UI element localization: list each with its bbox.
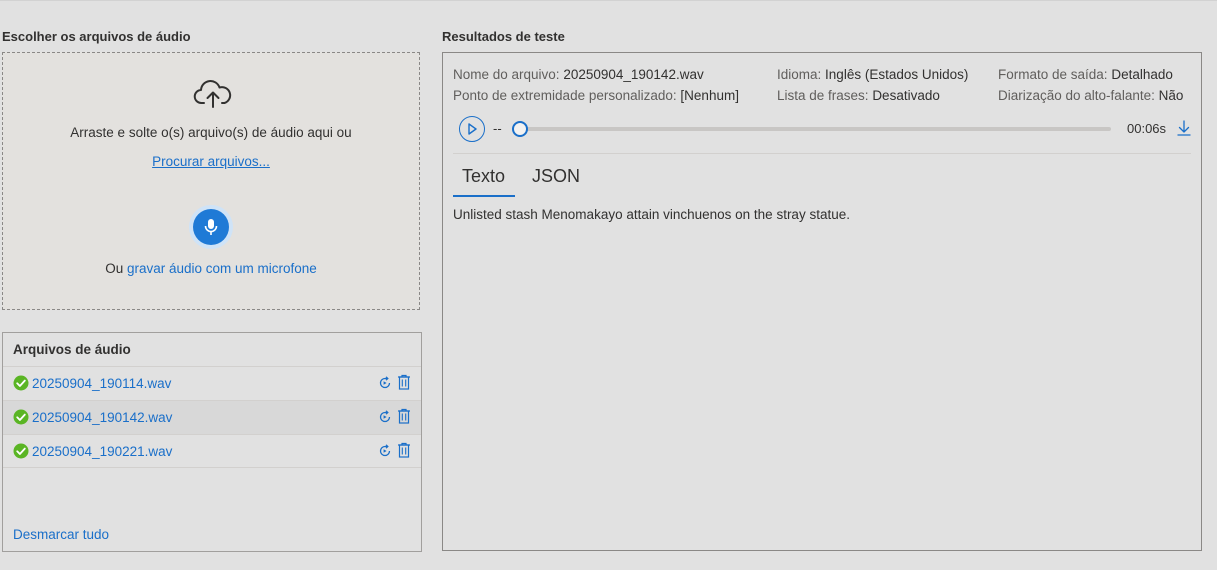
choose-files-title: Escolher os arquivos de áudio [2,29,191,44]
meta-language: Idioma: Inglês (Estados Unidos) [777,67,968,82]
test-results-title: Resultados de teste [442,29,565,44]
play-button[interactable] [459,116,485,142]
tab-texto[interactable]: Texto [462,166,505,187]
top-divider [0,0,1217,1]
audio-files-title: Arquivos de áudio [13,342,131,357]
file-name-link[interactable]: 20250904_190114.wav [32,376,171,391]
meta-file-name: Nome do arquivo: 20250904_190142.wav [453,67,704,82]
meta-label: Idioma: [777,67,822,82]
audio-progress-track[interactable] [513,127,1111,131]
cloud-upload-icon [193,80,232,108]
meta-value: Desativado [872,88,940,103]
current-time: -- [493,121,502,136]
drag-drop-text: Arraste e solte o(s) arquivo(s) de áudio… [70,125,352,140]
meta-output-format: Formato de saída: Detalhado [998,67,1173,82]
duration-time: 00:06s [1127,121,1167,136]
trash-icon[interactable] [397,374,411,390]
record-prefix-text: Ou [105,261,127,276]
record-microphone-button[interactable] [189,205,233,249]
active-tab-indicator [453,195,515,197]
reprocess-icon[interactable] [377,443,393,459]
audio-files-panel: Arquivos de áudio 20250904_190114.wav 20… [2,332,422,552]
reprocess-icon[interactable] [377,409,393,425]
file-row[interactable]: 20250904_190221.wav [3,434,421,468]
deselect-all-link[interactable]: Desmarcar tudo [13,527,109,542]
download-icon[interactable] [1177,120,1191,136]
meta-value: 20250904_190142.wav [563,67,704,82]
file-name-link[interactable]: 20250904_190142.wav [32,410,172,425]
meta-value: Detalhado [1111,67,1173,82]
audio-progress-thumb[interactable] [512,121,528,137]
reprocess-icon[interactable] [377,375,393,391]
meta-diarization: Diarização do alto-falante: Não [998,88,1183,103]
meta-label: Formato de saída: [998,67,1108,82]
transcript-text: Unlisted stash Menomakayo attain vinchue… [453,207,850,222]
meta-value: [Nenhum] [680,88,739,103]
file-row[interactable]: 20250904_190114.wav [3,366,421,400]
player-divider [453,153,1191,154]
microphone-icon [204,219,218,235]
success-check-icon [13,375,29,391]
tab-json[interactable]: JSON [532,166,580,187]
file-name-link[interactable]: 20250904_190221.wav [32,444,172,459]
meta-value: Inglês (Estados Unidos) [825,67,969,82]
success-check-icon [13,443,29,459]
file-row[interactable]: 20250904_190142.wav [3,400,421,434]
record-audio-link[interactable]: gravar áudio com um microfone [127,261,317,276]
trash-icon[interactable] [397,442,411,458]
meta-label: Diarização do alto-falante: [998,88,1155,103]
trash-icon[interactable] [397,408,411,424]
meta-label: Ponto de extremidade personalizado: [453,88,677,103]
browse-files-link[interactable]: Procurar arquivos... [3,154,419,169]
audio-dropzone[interactable]: Arraste e solte o(s) arquivo(s) de áudio… [2,52,420,310]
meta-endpoint: Ponto de extremidade personalizado: [Nen… [453,88,739,103]
play-icon [468,123,477,135]
meta-label: Nome do arquivo: [453,67,560,82]
test-results-panel: Nome do arquivo: 20250904_190142.wav Idi… [442,52,1202,551]
meta-value: Não [1158,88,1184,103]
record-audio-line: Ou gravar áudio com um microfone [3,261,419,276]
meta-label: Lista de frases: [777,88,869,103]
success-check-icon [13,409,29,425]
meta-phrase-list: Lista de frases: Desativado [777,88,940,103]
